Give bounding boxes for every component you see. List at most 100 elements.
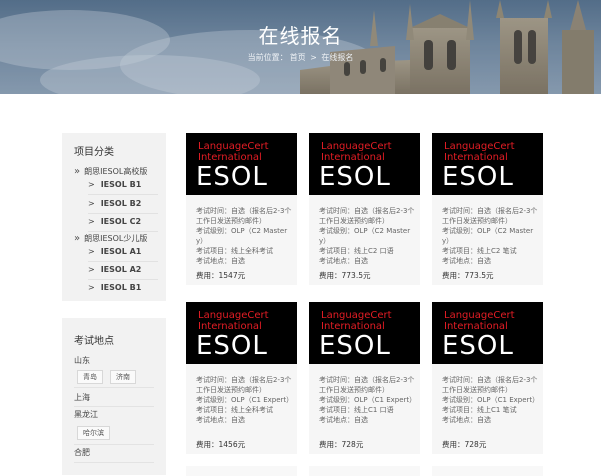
exam-time: 考试时间：自选（报名后2-3个工作日发送预约邮件）: [442, 376, 538, 394]
category-item-label: IESOL B1: [100, 180, 142, 189]
city-tag-harbin[interactable]: 哈尔滨: [77, 426, 110, 440]
breadcrumb-home-link[interactable]: 首页: [290, 53, 306, 62]
category-item-label: IESOL B2: [100, 199, 142, 208]
category-item-label: IESOL B1: [100, 283, 142, 292]
category-panel: 项目分类 » 朗思IESOL高校版 > IESOL B1 > IESOL B2 > IE…: [62, 133, 166, 301]
location-panel-title: 考试地点: [74, 336, 114, 347]
exam-info: 考试时间：自选（报名后2-3个工作日发送预约邮件） 考试级别：OLP（C1 Ex…: [319, 375, 417, 425]
exam-info: 考试时间：自选（报名后2-3个工作日发送预约邮件） 考试级别：OLP（C2 Ma…: [319, 206, 417, 266]
chevron-right-icon: >: [88, 217, 95, 226]
category-panel-title: 项目分类: [74, 147, 114, 158]
province-shandong[interactable]: 山东: [74, 355, 90, 366]
languagecert-esol-logo: LanguageCert International ESOL: [186, 302, 297, 364]
chevron-right-icon: >: [88, 180, 95, 189]
category-item-iesol-a2[interactable]: > IESOL A2: [88, 261, 158, 280]
category-item-iesol-b1-kids[interactable]: > IESOL B1: [88, 279, 158, 297]
exam-place: 考试地点：自选: [319, 257, 368, 265]
logo-brand: ESOL: [442, 331, 514, 361]
exam-place: 考试地点：自选: [196, 416, 245, 424]
exam-info: 考试时间：自选（报名后2-3个工作日发送预约邮件） 考试级别：OLP（C2 Ma…: [442, 206, 540, 266]
exam-fee: 费用：1547元: [196, 271, 246, 280]
languagecert-esol-logo: LanguageCert International ESOL: [309, 302, 420, 364]
province-hefei[interactable]: 合肥: [74, 447, 90, 458]
breadcrumb-prefix: 当前位置：: [247, 53, 288, 62]
exam-card[interactable]: LanguageCert International ESOL 考试时间：自选（…: [432, 302, 543, 454]
logo-brand: ESOL: [442, 162, 514, 192]
exam-project: 考试项目：线上全科考试: [196, 247, 273, 255]
exam-level: 考试级别：OLP（C2 Mastery）: [196, 227, 288, 245]
chevron-right-icon: >: [88, 265, 95, 274]
city-tag-jinan[interactable]: 济南: [110, 370, 136, 384]
exam-project: 考试项目：线上全科考试: [196, 406, 273, 414]
city-tag-qingdao[interactable]: 青岛: [77, 370, 103, 384]
exam-project: 考试项目：线上C2 口语: [319, 247, 394, 255]
double-chevron-icon: »: [74, 233, 81, 244]
category-group-label: 朗思IESOL高校版: [84, 167, 148, 176]
logo-brand: ESOL: [319, 162, 391, 192]
exam-place: 考试地点：自选: [442, 416, 491, 424]
exam-fee: 费用：773.5元: [319, 271, 371, 280]
languagecert-esol-logo: LanguageCert International ESOL: [432, 133, 543, 195]
location-panel: 考试地点 山东 青岛 济南 上海 黑龙江 哈尔滨 合肥: [62, 318, 166, 475]
category-group-label: 朗思IESOL少儿版: [84, 234, 148, 243]
hero-banner: 在线报名 当前位置： 首页 > 在线报名: [0, 0, 601, 94]
chevron-right-icon: >: [88, 283, 95, 292]
exam-level: 考试级别：OLP（C1 Expert）: [196, 396, 294, 404]
exam-info: 考试时间：自选（报名后2-3个工作日发送预约邮件） 考试级别：OLP（C1 Ex…: [442, 375, 540, 425]
logo-line1: LanguageCert: [198, 310, 269, 321]
province-heilongjiang[interactable]: 黑龙江: [74, 409, 98, 420]
exam-time: 考试时间：自选（报名后2-3个工作日发送预约邮件）: [442, 207, 538, 225]
exam-level: 考试级别：OLP（C1 Expert）: [442, 396, 540, 404]
logo-line1: LanguageCert: [321, 141, 392, 152]
breadcrumb-current: 在线报名: [321, 53, 354, 62]
divider: [74, 462, 154, 463]
exam-card[interactable]: LanguageCert International ESOL 考试时间：自选（…: [309, 302, 420, 454]
exam-project: 考试项目：线上C1 笔试: [442, 406, 517, 414]
exam-info: 考试时间：自选（报名后2-3个工作日发送预约邮件） 考试级别：OLP（C1 Ex…: [196, 375, 294, 425]
exam-place: 考试地点：自选: [319, 416, 368, 424]
exam-place: 考试地点：自选: [442, 257, 491, 265]
exam-fee: 费用：773.5元: [442, 271, 494, 280]
exam-project: 考试项目：线上C2 笔试: [442, 247, 517, 255]
exam-fee: 费用：1456元: [196, 440, 246, 449]
logo-brand: ESOL: [196, 162, 268, 192]
exam-place: 考试地点：自选: [196, 257, 245, 265]
logo-brand: ESOL: [319, 331, 391, 361]
languagecert-esol-logo: LanguageCert International ESOL: [432, 302, 543, 364]
category-item-label: IESOL A2: [100, 265, 142, 274]
exam-card[interactable]: LanguageCert International ESOL 考试时间：自选（…: [186, 133, 297, 285]
languagecert-esol-logo: LanguageCert International ESOL: [309, 133, 420, 195]
exam-card[interactable]: LanguageCert International ESOL 考试时间：自选（…: [186, 302, 297, 454]
divider: [74, 444, 154, 445]
logo-line1: LanguageCert: [444, 310, 515, 321]
category-item-label: IESOL C2: [100, 217, 142, 226]
category-item-iesol-b1[interactable]: > IESOL B1: [88, 176, 158, 195]
logo-line1: LanguageCert: [198, 141, 269, 152]
chevron-right-icon: >: [88, 247, 95, 256]
exam-level: 考试级别：OLP（C2 Mastery）: [442, 227, 534, 245]
category-item-label: IESOL A1: [100, 247, 142, 256]
exam-time: 考试时间：自选（报名后2-3个工作日发送预约邮件）: [319, 376, 415, 394]
exam-card[interactable]: LanguageCert International ESOL 考试时间：自选（…: [309, 133, 420, 285]
breadcrumb: 当前位置： 首页 > 在线报名: [0, 52, 601, 63]
divider: [74, 387, 154, 388]
exam-fee: 费用：728元: [319, 440, 364, 449]
breadcrumb-separator: >: [310, 53, 317, 62]
exam-time: 考试时间：自选（报名后2-3个工作日发送预约邮件）: [196, 207, 292, 225]
exam-fee: 费用：728元: [442, 440, 487, 449]
exam-level: 考试级别：OLP（C2 Mastery）: [319, 227, 411, 245]
exam-time: 考试时间：自选（报名后2-3个工作日发送预约邮件）: [319, 207, 415, 225]
logo-line1: LanguageCert: [321, 310, 392, 321]
province-shanghai[interactable]: 上海: [74, 392, 90, 403]
logo-line1: LanguageCert: [444, 141, 515, 152]
page-title: 在线报名: [258, 24, 343, 48]
chevron-right-icon: >: [88, 199, 95, 208]
category-item-iesol-a1[interactable]: > IESOL A1: [88, 243, 158, 262]
double-chevron-icon: »: [74, 166, 81, 177]
exam-time: 考试时间：自选（报名后2-3个工作日发送预约邮件）: [196, 376, 292, 394]
logo-brand: ESOL: [196, 331, 268, 361]
exam-card[interactable]: LanguageCert International ESOL 考试时间：自选（…: [432, 133, 543, 285]
category-item-iesol-b2[interactable]: > IESOL B2: [88, 195, 158, 214]
category-item-iesol-c2[interactable]: > IESOL C2: [88, 213, 158, 232]
exam-info: 考试时间：自选（报名后2-3个工作日发送预约邮件） 考试级别：OLP（C2 Ma…: [196, 206, 294, 266]
